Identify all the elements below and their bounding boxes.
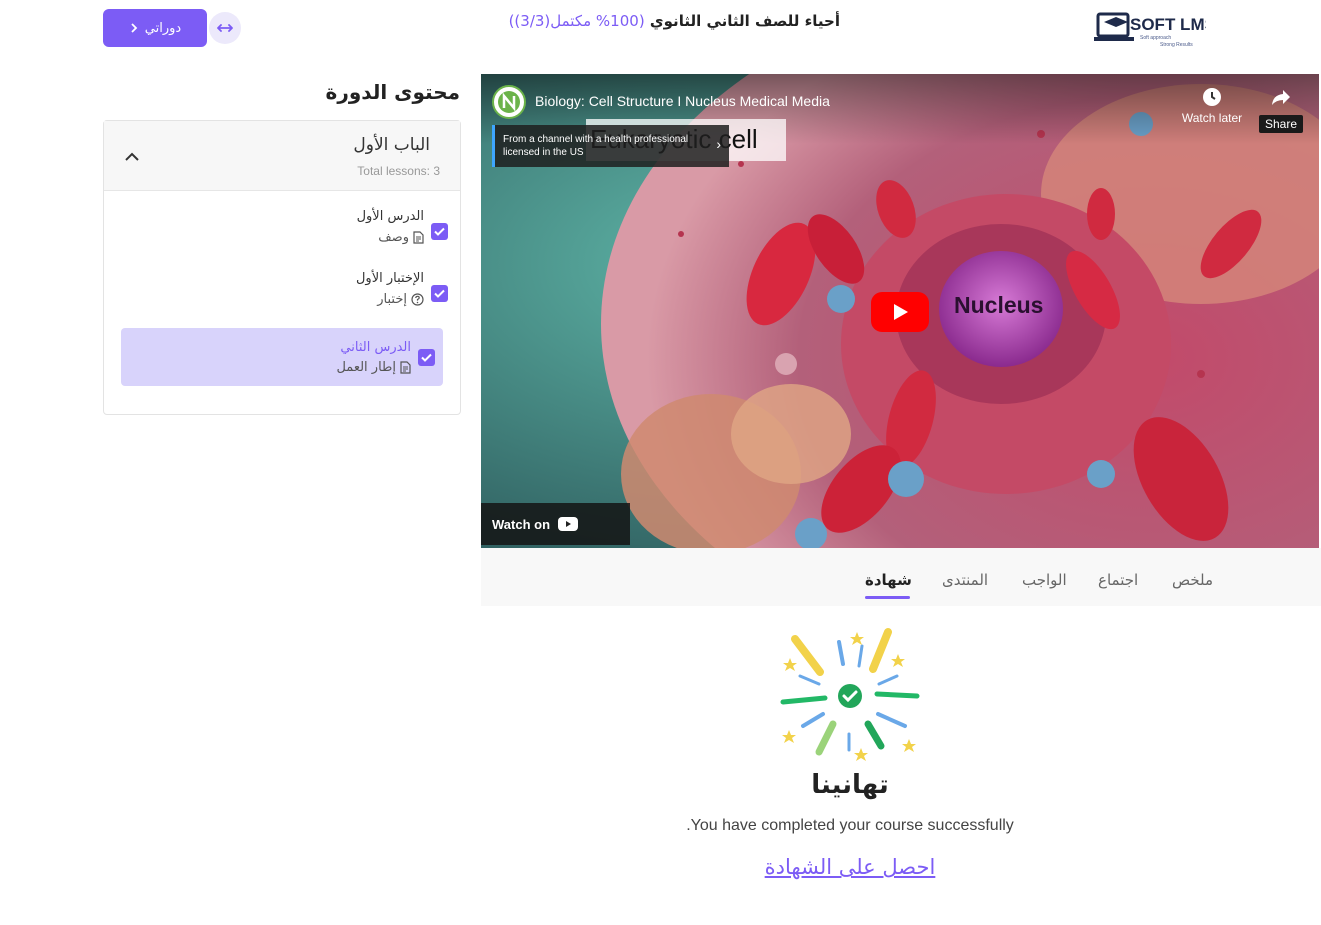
lesson-type: وصف: [378, 230, 424, 245]
lesson-type-label: وصف: [378, 230, 409, 245]
lesson-item[interactable]: الدرس الأول وصف: [118, 209, 448, 259]
soft-lms-logo[interactable]: SOFT LMS Soft approach Strong Results: [1094, 10, 1216, 50]
share-arrow-icon: [1272, 90, 1290, 105]
tab-homework[interactable]: الواجب: [1022, 571, 1067, 589]
youtube-logo-icon: [558, 517, 579, 531]
my-courses-button[interactable]: دوراتي: [103, 9, 207, 47]
lesson-item-active[interactable]: الدرس الثاني إطار العمل: [121, 328, 443, 386]
tab-meeting[interactable]: اجتماع: [1098, 571, 1138, 589]
course-progress: (100% مكتمل(3/3)): [508, 12, 645, 30]
health-info-banner[interactable]: From a channel with a health professiona…: [492, 125, 729, 167]
lesson-title: الدرس الأول: [356, 209, 424, 224]
document-icon: [413, 231, 424, 244]
chevron-up-icon[interactable]: [122, 147, 142, 167]
share-label: Share: [1259, 115, 1304, 133]
completed-checkbox[interactable]: [431, 285, 448, 302]
chevron-right-icon: ›: [716, 136, 721, 152]
channel-avatar[interactable]: [492, 85, 526, 119]
lesson-type-label: إختبار: [377, 292, 407, 307]
lesson-type: إختبار: [377, 292, 424, 307]
section-header[interactable]: الباب الأول Total lessons: 3: [104, 121, 460, 191]
lesson-title: الإختبار الأول: [355, 271, 424, 286]
course-content-heading: محتوى الدورة: [325, 80, 460, 104]
clock-icon: [1203, 88, 1221, 106]
arrows-horizontal-icon: [217, 24, 233, 32]
video-scene-label: Nucleus: [954, 292, 1044, 318]
checkmark-icon: [421, 353, 432, 362]
course-title: أحياء للصف الثاني الثانوي (100% مكتمل(3/…: [480, 12, 840, 36]
chevron-right-icon: [131, 23, 138, 33]
section-lesson-count: Total lessons: 3: [357, 164, 440, 178]
expand-toggle-button[interactable]: [209, 12, 241, 44]
completion-message: You have completed your course successfu…: [686, 817, 1014, 834]
lesson-item[interactable]: الإختبار الأول إختبار: [118, 271, 448, 321]
checkmark-icon: [434, 227, 445, 236]
svg-text:SOFT LMS: SOFT LMS: [1130, 15, 1206, 34]
section-title: الباب الأول: [353, 135, 430, 155]
share-button[interactable]: Share: [1259, 86, 1304, 133]
completed-checkbox[interactable]: [431, 223, 448, 240]
congratulations-title: تهانينا: [811, 770, 889, 800]
active-tab-indicator: [865, 596, 910, 599]
course-content-panel: الباب الأول Total lessons: 3 الدرس الأول…: [103, 120, 461, 415]
watch-later-label: Watch later: [1181, 111, 1243, 125]
tab-summary[interactable]: ملخص: [1172, 571, 1213, 589]
get-certificate-link[interactable]: احصل على الشهادة: [700, 855, 1000, 879]
play-icon: [871, 292, 929, 332]
tab-certificate[interactable]: شهادة: [865, 571, 912, 589]
svg-text:Strong Results: Strong Results: [1160, 42, 1193, 48]
question-icon: [411, 293, 424, 306]
document-icon: [400, 361, 411, 374]
lesson-type-label: إطار العمل: [336, 360, 396, 375]
celebration-burst-icon: [780, 628, 920, 761]
course-name: أحياء للصف الثاني الثانوي: [649, 12, 840, 30]
lesson-title: الدرس الثاني: [340, 340, 411, 355]
watch-on-youtube-button[interactable]: Watch on: [481, 503, 630, 545]
svg-text:Soft approach: Soft approach: [1140, 35, 1171, 41]
tab-forum[interactable]: المنتدى: [942, 571, 988, 589]
checkmark-icon: [434, 289, 445, 298]
watch-later-button[interactable]: Watch later: [1177, 86, 1247, 125]
completed-checkbox[interactable]: [418, 349, 435, 366]
video-title[interactable]: Biology: Cell Structure I Nucleus Medica…: [535, 93, 830, 109]
youtube-play-button[interactable]: [871, 292, 929, 332]
channel-logo-icon: [498, 91, 520, 113]
watch-on-label: Watch on: [492, 516, 551, 532]
my-courses-label: دوراتي: [144, 20, 182, 36]
video-player[interactable]: Biology: Cell Structure I Nucleus Medica…: [481, 74, 1319, 548]
lesson-type: إطار العمل: [336, 360, 411, 375]
health-info-text: From a channel with a health professiona…: [503, 134, 689, 158]
